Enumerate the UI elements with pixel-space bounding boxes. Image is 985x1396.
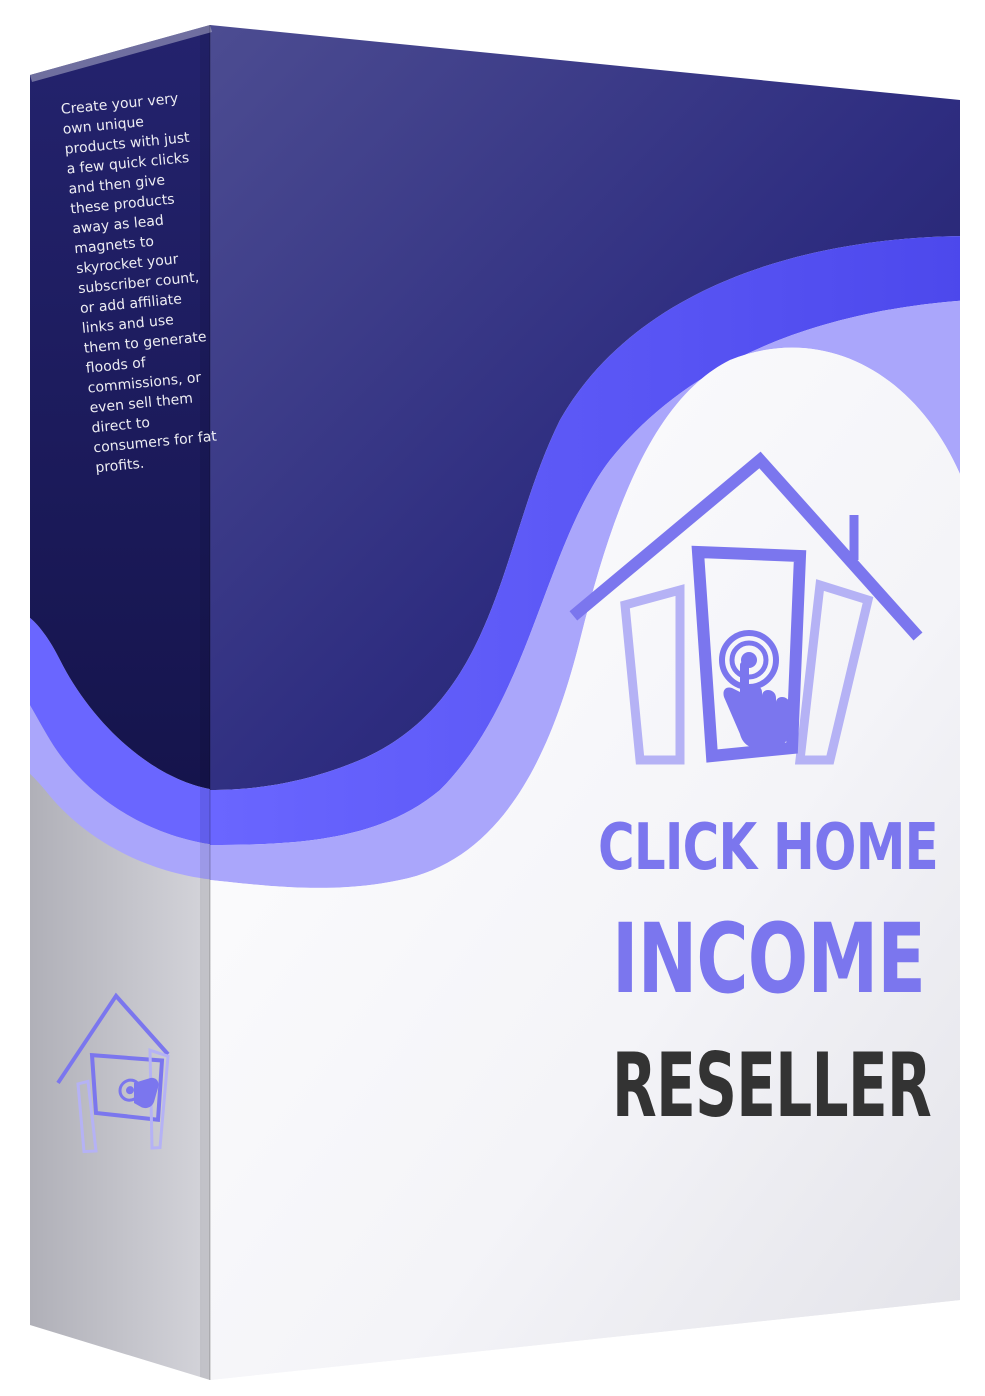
title-line-income: INCOME — [612, 903, 926, 1015]
title-line-reseller: RESELLER — [612, 1034, 932, 1137]
front-face — [210, 25, 960, 1380]
title-line-click-home: CLICK HOME — [598, 811, 939, 885]
product-box-image: Create your very own unique products wit… — [0, 0, 985, 1396]
